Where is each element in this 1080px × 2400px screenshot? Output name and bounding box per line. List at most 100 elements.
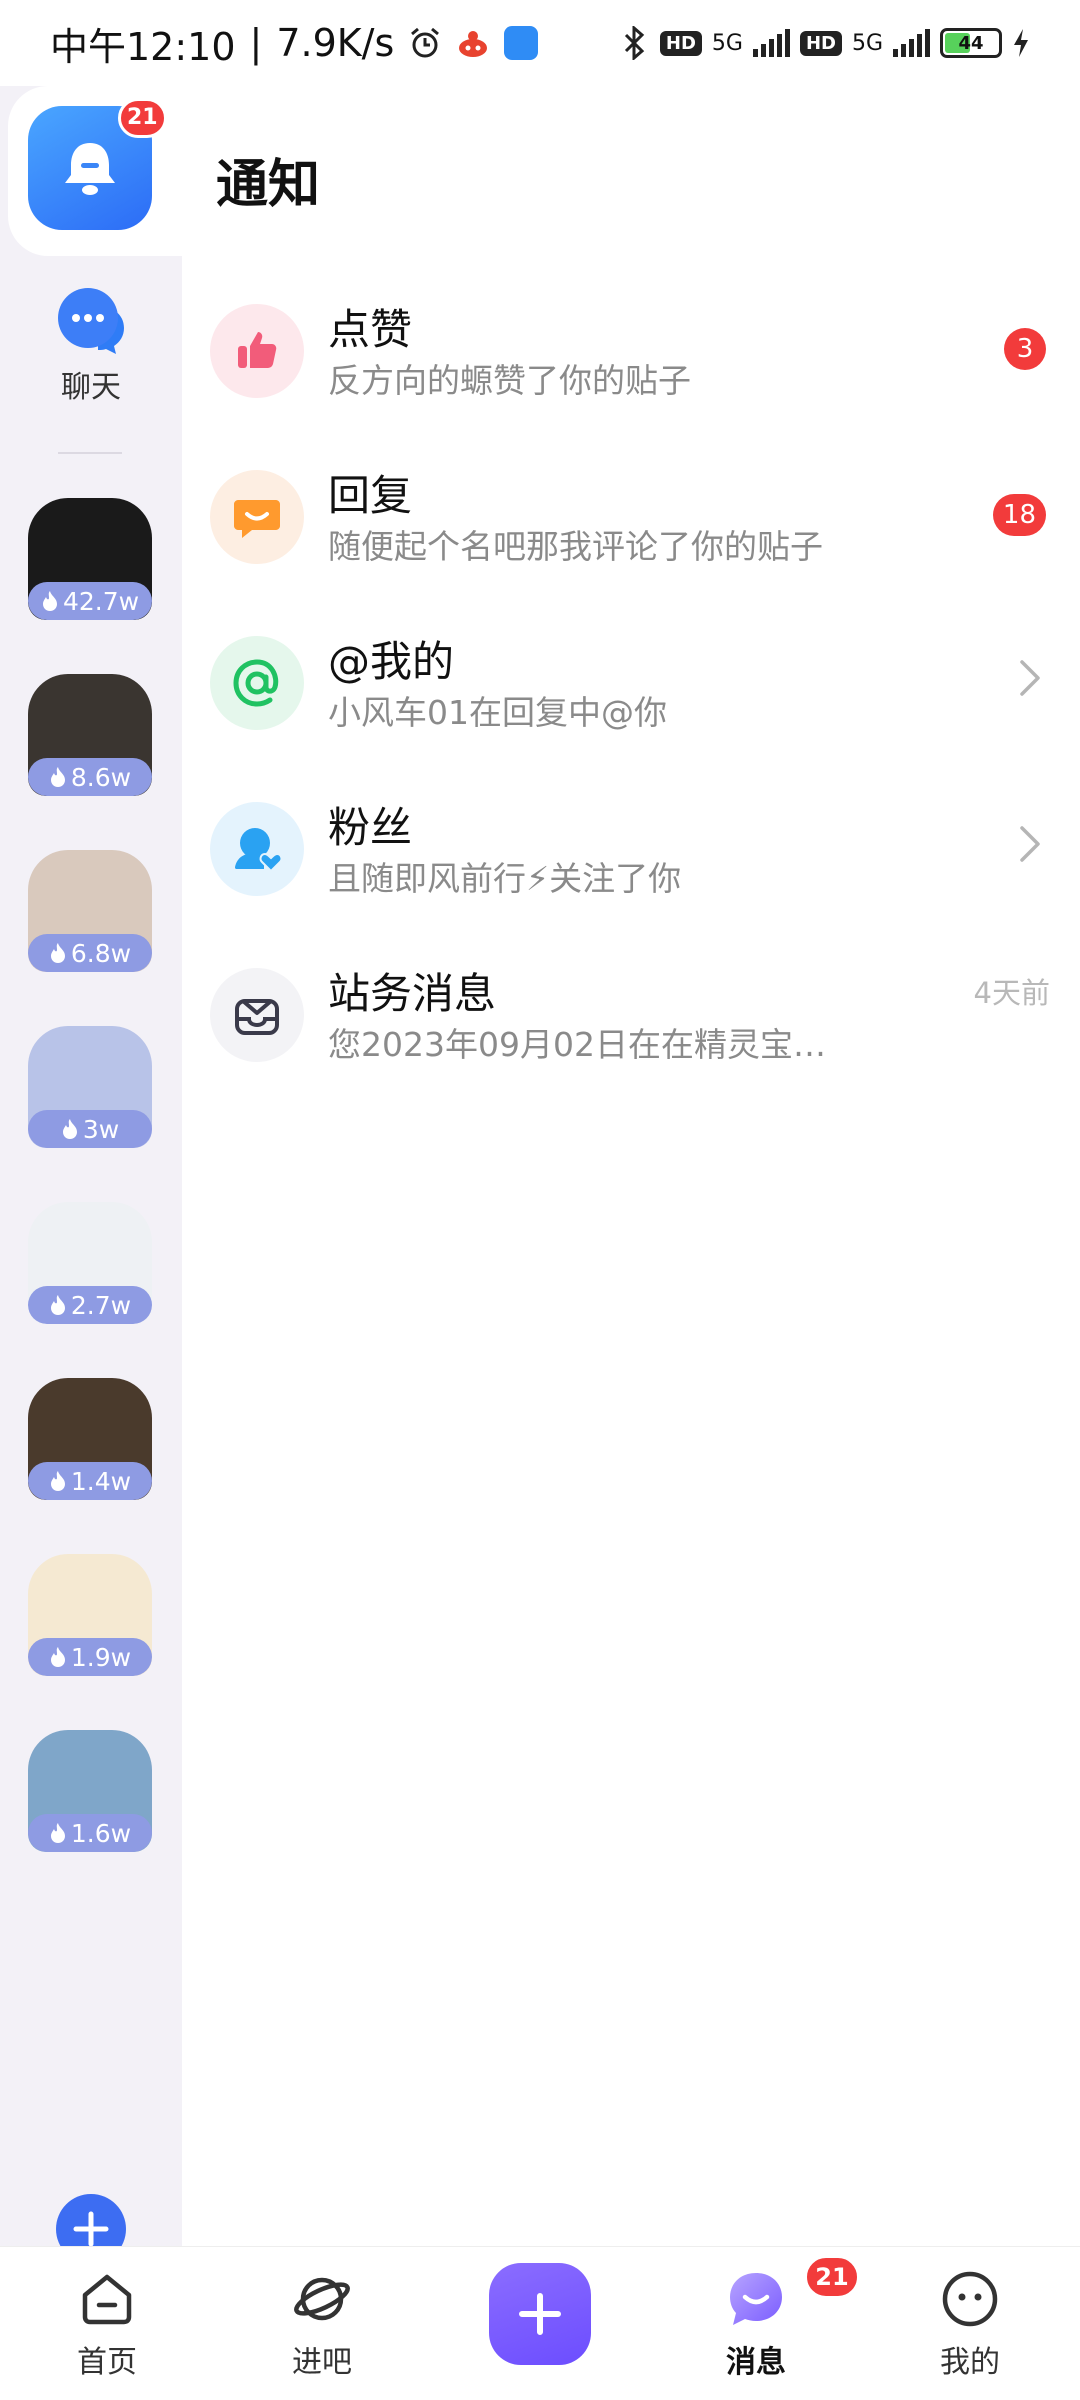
create-post-button[interactable] — [489, 2263, 591, 2365]
notification-title: 粉丝 — [328, 803, 413, 852]
heat-value: 1.4w — [70, 1466, 132, 1496]
heat-badge: 42.7w — [28, 582, 152, 620]
status-right: HD 5G HD 5G 44 — [620, 26, 1030, 60]
heat-value: 1.9w — [70, 1642, 132, 1672]
nav-explore-label: 进吧 — [292, 2345, 352, 2380]
bell-icon — [65, 143, 115, 195]
heat-badge: 8.6w — [28, 758, 152, 796]
community-item[interactable]: 1.9w — [28, 1554, 152, 1676]
heat-value: 6.8w — [70, 938, 132, 968]
heat-badge: 1.6w — [28, 1814, 152, 1852]
heat-badge: 2.7w — [28, 1286, 152, 1324]
notification-title: 站务消息 — [328, 969, 497, 1018]
nav-messages[interactable]: 21 消息 — [686, 2255, 860, 2381]
network-label-1: 5G — [711, 30, 743, 56]
status-speed: 7.9K/s — [276, 21, 395, 65]
flame-icon — [50, 1471, 65, 1491]
flame-icon — [50, 1295, 65, 1315]
bluetooth-icon — [624, 26, 645, 60]
chat-label: 聊天 — [61, 370, 121, 405]
notification-likes[interactable]: 点赞 反方向的螈赞了你的贴子 3 — [182, 290, 1080, 456]
messages-icon: 21 — [724, 2255, 860, 2331]
chat-bubble-icon — [54, 286, 128, 356]
status-bar: 中午12:10 | 7.9K/s HD 5G HD 5G 44 — [0, 0, 1080, 86]
heat-value: 1.6w — [70, 1818, 132, 1848]
heat-badge: 1.4w — [28, 1462, 152, 1500]
notification-title: @我的 — [328, 637, 455, 686]
nav-home-label: 首页 — [77, 2345, 137, 2380]
community-item[interactable]: 8.6w — [28, 674, 152, 796]
flame-icon — [42, 591, 57, 611]
left-rail: 21 聊天 42.7w8.6w6.8w3w2.7w1.4w1.9w1.6w 管理 — [0, 86, 182, 2315]
at-sign-icon — [210, 636, 304, 730]
nav-messages-label: 消息 — [726, 2345, 786, 2380]
community-item[interactable]: 3w — [28, 1026, 152, 1148]
flame-icon — [50, 1823, 65, 1843]
heat-value: 42.7w — [62, 586, 140, 616]
app-root: 中午12:10 | 7.9K/s HD 5G HD 5G 44 21 聊天 42… — [0, 0, 1080, 2400]
page-title: 通知 — [216, 155, 321, 215]
heat-badge: 3w — [28, 1110, 152, 1148]
battery-level: 44 — [958, 32, 984, 54]
charging-icon — [1014, 29, 1028, 57]
community-item[interactable]: 1.4w — [28, 1378, 152, 1500]
notification-subtitle: 您2023年09月02日在在精灵宝… — [328, 1025, 826, 1064]
community-item[interactable]: 1.6w — [28, 1730, 152, 1852]
notification-subtitle: 小风车01在回复中@你 — [328, 693, 667, 732]
inbox-icon — [210, 968, 304, 1062]
community-item[interactable]: 42.7w — [28, 498, 152, 620]
hd-badge-2: HD — [799, 30, 842, 56]
chevron-right-icon — [1020, 826, 1040, 862]
notification-title: 点赞 — [328, 305, 413, 354]
home-icon — [75, 2267, 139, 2331]
bottom-nav: 首页 进吧 21 消息 我的 — [0, 2246, 1080, 2400]
unread-count-badge: 3 — [1004, 328, 1046, 370]
notification-subtitle: 随便起个名吧那我评论了你的贴子 — [328, 527, 823, 566]
notification-system[interactable]: 站务消息 您2023年09月02日在在精灵宝… 4天前 — [182, 954, 1080, 1120]
heat-badge: 1.9w — [28, 1638, 152, 1676]
baidu-app-icon — [504, 26, 539, 60]
heat-value: 8.6w — [70, 762, 132, 792]
nav-home[interactable]: 首页 — [37, 2267, 177, 2381]
status-time: 中午12:10 — [50, 24, 236, 69]
network-label-2: 5G — [851, 30, 883, 56]
community-item[interactable]: 6.8w — [28, 850, 152, 972]
unread-count-badge: 18 — [992, 494, 1046, 536]
notification-replies[interactable]: 回复 随便起个名吧那我评论了你的贴子 18 — [182, 456, 1080, 622]
chevron-right-icon — [1020, 660, 1040, 696]
hd-badge-1: HD — [659, 30, 702, 56]
flame-icon — [50, 1647, 65, 1667]
thumbs-up-icon — [210, 304, 304, 398]
signal-icon — [752, 29, 790, 57]
status-left: 中午12:10 | 7.9K/s — [50, 16, 539, 71]
community-item[interactable]: 2.7w — [28, 1202, 152, 1324]
notifications-badge: 21 — [118, 98, 167, 138]
messages-badge: 21 — [804, 2255, 860, 2299]
smiley-face-icon — [938, 2267, 1002, 2331]
nav-explore[interactable]: 进吧 — [252, 2267, 392, 2381]
community-list: 42.7w 8.6w 6.8w 3w 2.7w 1.4w 1.9w 1.6w — [0, 498, 182, 1906]
flame-icon — [50, 767, 65, 787]
flame-icon — [62, 1119, 77, 1139]
notification-fans[interactable]: 粉丝 且随即风前行⚡关注了你 — [182, 788, 1080, 954]
status-separator: | — [249, 21, 263, 65]
flame-icon — [50, 943, 65, 963]
heat-badge: 6.8w — [28, 934, 152, 972]
nav-profile-label: 我的 — [940, 2345, 1000, 2380]
reply-bubble-icon — [210, 470, 304, 564]
notification-time: 4天前 — [973, 976, 1050, 1010]
rail-divider — [58, 452, 122, 454]
notification-subtitle: 且随即风前行⚡关注了你 — [328, 859, 682, 898]
notification-title: 回复 — [328, 471, 413, 520]
fans-icon — [210, 802, 304, 896]
plus-icon — [519, 2293, 561, 2335]
notification-subtitle: 反方向的螈赞了你的贴子 — [328, 361, 691, 400]
heat-value: 3w — [82, 1114, 120, 1144]
heat-value: 2.7w — [70, 1290, 132, 1320]
chat-tab[interactable]: 聊天 — [0, 286, 182, 406]
nav-profile[interactable]: 我的 — [900, 2267, 1040, 2381]
signal-icon — [893, 29, 930, 57]
battery-icon: 44 — [940, 28, 1002, 58]
notification-mentions[interactable]: @我的 小风车01在回复中@你 — [182, 622, 1080, 788]
planet-icon — [290, 2267, 354, 2331]
